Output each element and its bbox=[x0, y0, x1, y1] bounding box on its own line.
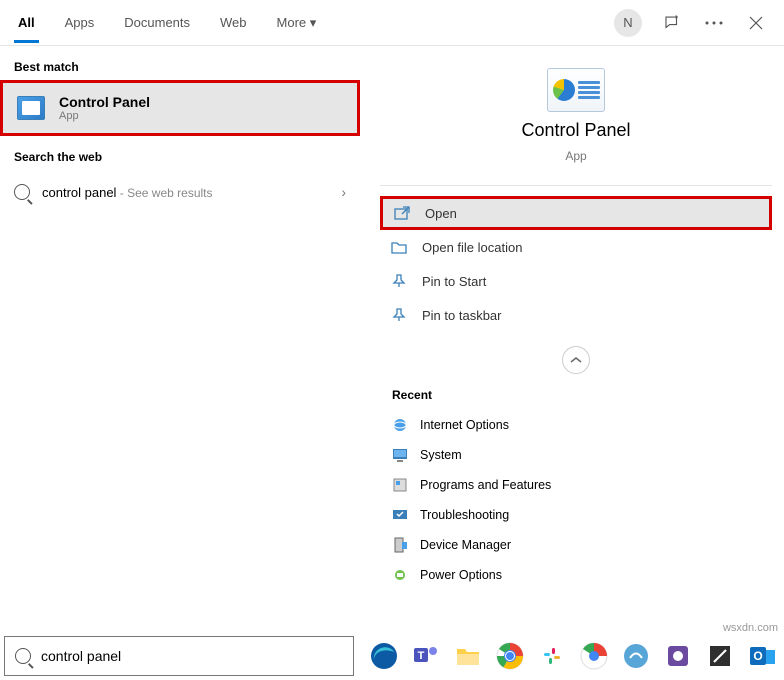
action-open-location-label: Open file location bbox=[422, 240, 522, 255]
web-result-row[interactable]: control panel - See web results › bbox=[0, 170, 360, 214]
pin-taskbar-icon bbox=[390, 308, 408, 322]
recent-programs[interactable]: Programs and Features bbox=[382, 470, 770, 500]
recent-troubleshooting[interactable]: Troubleshooting bbox=[382, 500, 770, 530]
result-title: Control Panel bbox=[59, 94, 150, 110]
app-icon-1[interactable] bbox=[620, 640, 652, 672]
recent-internet-options[interactable]: Internet Options bbox=[382, 410, 770, 440]
action-open[interactable]: Open bbox=[380, 196, 772, 230]
tab-documents[interactable]: Documents bbox=[120, 3, 194, 43]
troubleshooting-icon bbox=[392, 507, 408, 523]
outlook-icon[interactable]: O bbox=[746, 640, 778, 672]
best-match-label: Best match bbox=[0, 54, 360, 80]
chevron-right-icon: › bbox=[341, 184, 346, 200]
teams-icon[interactable]: T bbox=[410, 640, 442, 672]
system-icon bbox=[392, 447, 408, 463]
chevron-down-icon: ▾ bbox=[310, 15, 317, 30]
chevron-up-icon bbox=[570, 356, 582, 364]
web-result-text: control panel - See web results bbox=[42, 185, 213, 200]
recent-power-options[interactable]: Power Options bbox=[382, 560, 770, 590]
web-query: control panel bbox=[42, 185, 116, 200]
tab-more-label: More bbox=[277, 15, 307, 30]
web-more: - See web results bbox=[116, 186, 212, 200]
recent-label-text: Power Options bbox=[420, 568, 502, 582]
slack-icon[interactable] bbox=[536, 640, 568, 672]
filter-tabs: All Apps Documents Web More ▾ bbox=[14, 3, 614, 43]
action-pin-taskbar[interactable]: Pin to taskbar bbox=[380, 298, 772, 332]
svg-text:T: T bbox=[418, 650, 425, 662]
web-result-left: control panel - See web results bbox=[14, 184, 213, 200]
preview-header: Control Panel App bbox=[380, 68, 772, 179]
top-actions: N bbox=[614, 9, 776, 37]
control-panel-large-icon bbox=[547, 68, 605, 112]
feedback-icon[interactable] bbox=[660, 11, 684, 35]
recent-device-manager[interactable]: Device Manager bbox=[382, 530, 770, 560]
result-text: Control Panel App bbox=[59, 94, 150, 122]
pin-start-icon bbox=[390, 274, 408, 288]
results-pane: Best match Control Panel App Search the … bbox=[0, 46, 360, 626]
recent-label-text: Device Manager bbox=[420, 538, 511, 552]
file-explorer-icon[interactable] bbox=[452, 640, 484, 672]
content: Best match Control Panel App Search the … bbox=[0, 46, 784, 626]
preview-subtitle: App bbox=[565, 149, 586, 163]
tab-apps[interactable]: Apps bbox=[61, 3, 99, 43]
collapse-button[interactable] bbox=[562, 346, 590, 374]
action-pin-taskbar-label: Pin to taskbar bbox=[422, 308, 502, 323]
top-bar: All Apps Documents Web More ▾ N bbox=[0, 0, 784, 46]
preview-title: Control Panel bbox=[521, 120, 630, 141]
recent-system[interactable]: System bbox=[382, 440, 770, 470]
programs-icon bbox=[392, 477, 408, 493]
recent-label-text: Troubleshooting bbox=[420, 508, 509, 522]
recent-label: Recent bbox=[382, 384, 770, 410]
action-pin-start[interactable]: Pin to Start bbox=[380, 264, 772, 298]
action-open-location[interactable]: Open file location bbox=[380, 230, 772, 264]
watermark: wsxdn.com bbox=[723, 622, 778, 634]
recent-label-text: Internet Options bbox=[420, 418, 509, 432]
result-control-panel[interactable]: Control Panel App bbox=[0, 80, 360, 136]
user-avatar[interactable]: N bbox=[614, 9, 642, 37]
recent-label-text: Programs and Features bbox=[420, 478, 551, 492]
app-icon-3[interactable] bbox=[704, 640, 736, 672]
recent-section: Recent Internet Options System Programs … bbox=[380, 384, 772, 590]
search-web-label: Search the web bbox=[0, 144, 360, 170]
result-subtitle: App bbox=[59, 110, 150, 122]
chrome-icon[interactable] bbox=[494, 640, 526, 672]
recent-label-text: System bbox=[420, 448, 462, 462]
edge-icon[interactable] bbox=[368, 640, 400, 672]
action-open-label: Open bbox=[425, 206, 457, 221]
search-input[interactable] bbox=[41, 648, 343, 664]
tab-all[interactable]: All bbox=[14, 3, 39, 43]
search-icon bbox=[15, 648, 31, 664]
close-icon[interactable] bbox=[744, 11, 768, 35]
action-pin-start-label: Pin to Start bbox=[422, 274, 486, 289]
search-bar[interactable] bbox=[4, 636, 354, 676]
actions-list: Open Open file location Pin to Start Pin… bbox=[380, 196, 772, 332]
tab-web[interactable]: Web bbox=[216, 3, 251, 43]
divider bbox=[380, 185, 772, 186]
svg-text:O: O bbox=[753, 649, 762, 663]
chrome-canary-icon[interactable] bbox=[578, 640, 610, 672]
folder-icon bbox=[390, 240, 408, 254]
control-panel-icon bbox=[17, 96, 45, 120]
open-icon bbox=[393, 206, 411, 220]
tab-more[interactable]: More ▾ bbox=[273, 3, 321, 43]
device-manager-icon bbox=[392, 537, 408, 553]
search-icon bbox=[14, 184, 30, 200]
preview-pane: Control Panel App Open Open file locatio… bbox=[360, 46, 784, 626]
taskbar: T O bbox=[364, 636, 782, 676]
more-icon[interactable] bbox=[702, 11, 726, 35]
internet-options-icon bbox=[392, 417, 408, 433]
power-options-icon bbox=[392, 567, 408, 583]
app-icon-2[interactable] bbox=[662, 640, 694, 672]
